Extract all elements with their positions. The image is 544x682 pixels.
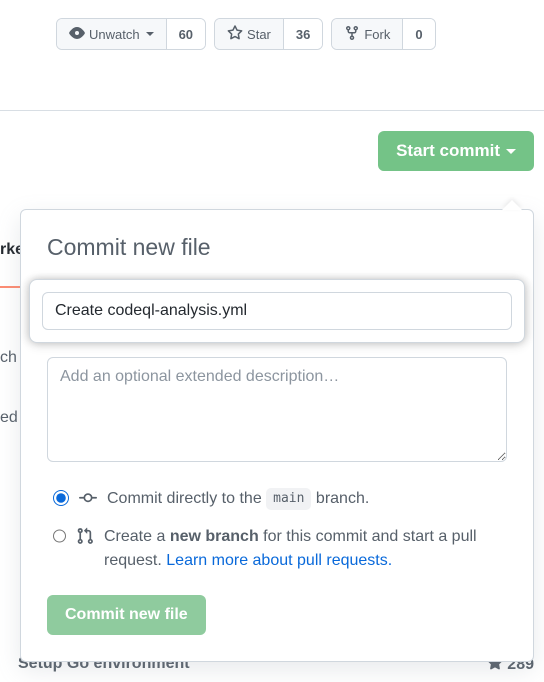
radio-new-branch-label: Create a new branch for this commit and …	[104, 525, 507, 573]
eye-icon	[69, 25, 85, 44]
commit-file-button[interactable]: Commit new file	[47, 595, 206, 635]
commit-description-textarea[interactable]	[47, 357, 507, 462]
fork-icon	[344, 25, 360, 44]
fork-count[interactable]: 0	[402, 19, 434, 49]
radio-new-branch[interactable]	[53, 528, 66, 544]
git-pull-request-icon	[76, 527, 94, 548]
fork-button[interactable]: Fork	[332, 19, 402, 49]
star-icon	[227, 25, 243, 44]
star-count[interactable]: 36	[283, 19, 322, 49]
radio-direct-label: Commit directly to the main branch.	[107, 487, 369, 511]
commit-summary-input[interactable]	[42, 292, 512, 330]
star-label: Star	[247, 27, 271, 42]
branch-tag: main	[266, 488, 311, 510]
git-commit-icon	[79, 489, 97, 510]
radio-direct[interactable]	[53, 490, 69, 506]
commit-option-direct[interactable]: Commit directly to the main branch.	[47, 487, 507, 511]
caret-down-icon	[506, 149, 516, 154]
commit-popover: Commit new file Commit directly to the m…	[20, 209, 534, 662]
fork-label: Fork	[364, 27, 390, 42]
start-commit-button[interactable]: Start commit	[378, 131, 534, 171]
caret-down-icon	[146, 32, 154, 36]
watch-count[interactable]: 60	[166, 19, 205, 49]
commit-option-new-branch[interactable]: Create a new branch for this commit and …	[47, 525, 507, 573]
learn-more-link[interactable]: Learn more about pull requests.	[166, 552, 392, 569]
popover-title: Commit new file	[47, 234, 507, 261]
popover-arrow	[502, 200, 522, 210]
unwatch-label: Unwatch	[89, 27, 140, 42]
start-commit-label: Start commit	[396, 141, 500, 161]
star-button[interactable]: Star	[215, 19, 283, 49]
watch-group: Unwatch 60	[56, 18, 206, 50]
star-group: Star 36	[214, 18, 323, 50]
unwatch-button[interactable]: Unwatch	[57, 19, 166, 49]
summary-wrapper	[29, 279, 525, 343]
fork-group: Fork 0	[331, 18, 435, 50]
